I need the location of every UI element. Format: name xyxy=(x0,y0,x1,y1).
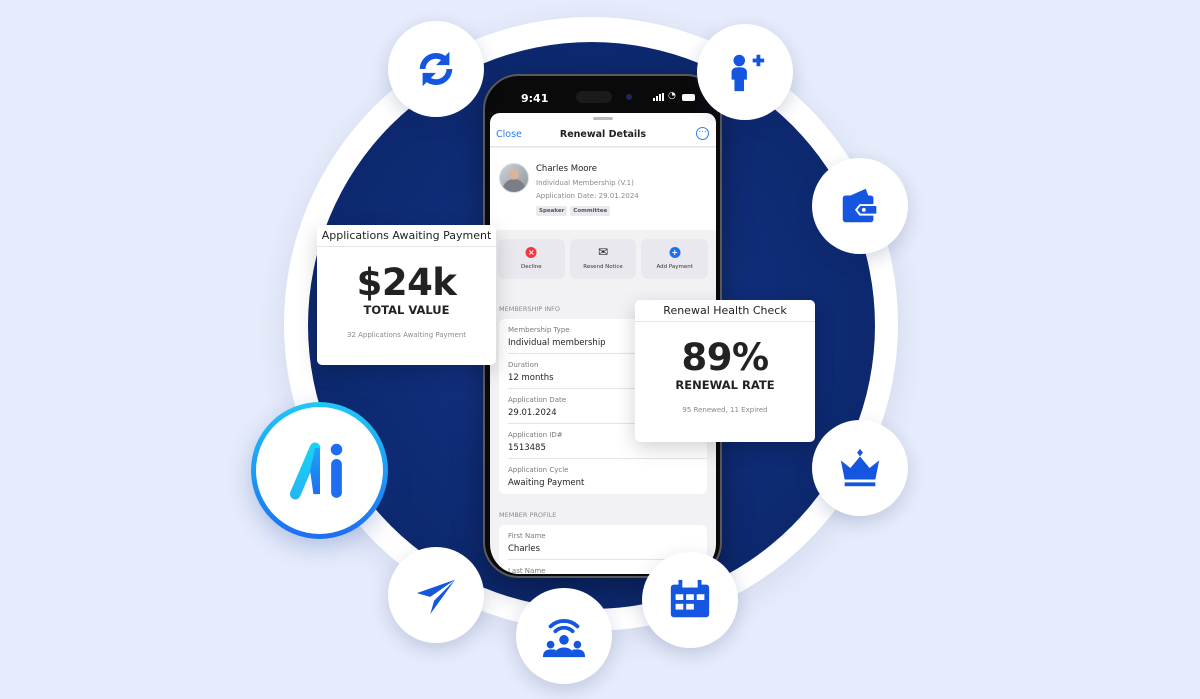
sheet-grabber[interactable] xyxy=(593,117,613,120)
field-value: Charles xyxy=(508,544,541,554)
tag-committee: Committee xyxy=(570,206,611,216)
dynamic-island xyxy=(576,91,612,103)
field-label: Application ID# xyxy=(508,431,563,439)
crown-icon xyxy=(840,448,880,487)
list-item: Application Cycle Awaiting Payment xyxy=(508,459,707,494)
ai-logo-icon xyxy=(289,442,342,499)
card-note: 95 Renewed, 11 Expired xyxy=(682,406,768,414)
field-value: 1513485 xyxy=(508,443,546,453)
signal-icon xyxy=(653,93,664,101)
community-broadcast-icon xyxy=(542,619,586,658)
sync-icon xyxy=(419,51,453,87)
battery-icon xyxy=(682,94,695,101)
sync-bubble[interactable] xyxy=(388,21,484,117)
wallet-bubble[interactable] xyxy=(812,158,908,254)
wallet-icon xyxy=(842,188,879,223)
card-note: 32 Applications Awaiting Payment xyxy=(346,331,467,339)
add-user-icon xyxy=(731,54,765,92)
field-label: Application Cycle xyxy=(508,466,569,474)
membership-info-label: MEMBERSHIP INFO xyxy=(499,305,560,313)
card-title: Renewal Health Check xyxy=(635,300,815,322)
member-name: Charles Moore xyxy=(536,164,598,174)
decline-button[interactable]: × Decline xyxy=(498,239,565,279)
profile-header: Charles Moore Individual Membership (V.1… xyxy=(490,148,716,230)
field-label: Membership Type xyxy=(508,326,570,334)
ai-bubble-inner xyxy=(256,407,383,534)
member-profile-label: MEMBER PROFILE xyxy=(499,511,557,519)
resend-notice-label: Resend Notice xyxy=(583,264,623,270)
total-value-label: TOTAL VALUE xyxy=(363,303,450,317)
field-label: Duration xyxy=(508,361,539,369)
action-row: × Decline ✉ Resend Notice + Add Payment xyxy=(498,239,709,279)
camera-dot xyxy=(626,94,632,100)
add-payment-button[interactable]: + Add Payment xyxy=(641,239,709,279)
card-title: Applications Awaiting Payment xyxy=(317,225,496,247)
field-value: 12 months xyxy=(508,373,554,383)
decline-label: Decline xyxy=(521,264,542,270)
renewal-rate-value: 89% xyxy=(681,336,769,379)
field-label: Last Name xyxy=(508,567,546,574)
calendar-bubble[interactable] xyxy=(642,552,738,648)
add-user-bubble[interactable] xyxy=(697,24,793,120)
field-value: Individual membership xyxy=(508,338,606,348)
status-time: 9:41 xyxy=(521,92,549,105)
tag-list: Speaker Committee xyxy=(536,206,611,216)
status-bar: 9:41 ◔ xyxy=(485,76,720,116)
send-bubble[interactable] xyxy=(388,547,484,643)
wifi-icon: ◔ xyxy=(668,91,676,101)
community-bubble[interactable] xyxy=(516,588,612,684)
send-icon xyxy=(416,579,456,615)
field-value: Awaiting Payment xyxy=(508,478,585,488)
more-options-icon[interactable]: ⋯ xyxy=(696,127,709,140)
avatar xyxy=(499,163,529,193)
awaiting-payment-card: Applications Awaiting Payment $24k TOTAL… xyxy=(317,225,496,365)
membership-type: Individual Membership (V.1) xyxy=(536,179,634,187)
field-label: Application Date xyxy=(508,396,567,404)
x-circle-icon: × xyxy=(525,247,537,258)
resend-notice-button[interactable]: ✉ Resend Notice xyxy=(569,239,637,279)
renewal-health-card: Renewal Health Check 89% RENEWAL RATE 95… xyxy=(635,300,815,442)
field-label: First Name xyxy=(508,532,546,540)
tag-speaker: Speaker xyxy=(536,206,568,216)
plus-circle-icon: + xyxy=(669,247,681,258)
page-title: Renewal Details xyxy=(559,129,647,140)
add-payment-label: Add Payment xyxy=(656,264,693,270)
calendar-icon xyxy=(670,579,710,618)
envelope-icon: ✉ xyxy=(597,245,609,259)
field-value: 29.01.2024 xyxy=(508,408,557,418)
application-date: Application Date: 29.01.2024 xyxy=(536,192,639,200)
crown-bubble[interactable] xyxy=(812,420,908,516)
ai-assistant-bubble[interactable] xyxy=(251,402,388,539)
renewal-rate-label: RENEWAL RATE xyxy=(675,378,775,392)
total-value: $24k xyxy=(356,261,457,304)
nav-bar: Close Renewal Details ⋯ xyxy=(490,113,716,147)
